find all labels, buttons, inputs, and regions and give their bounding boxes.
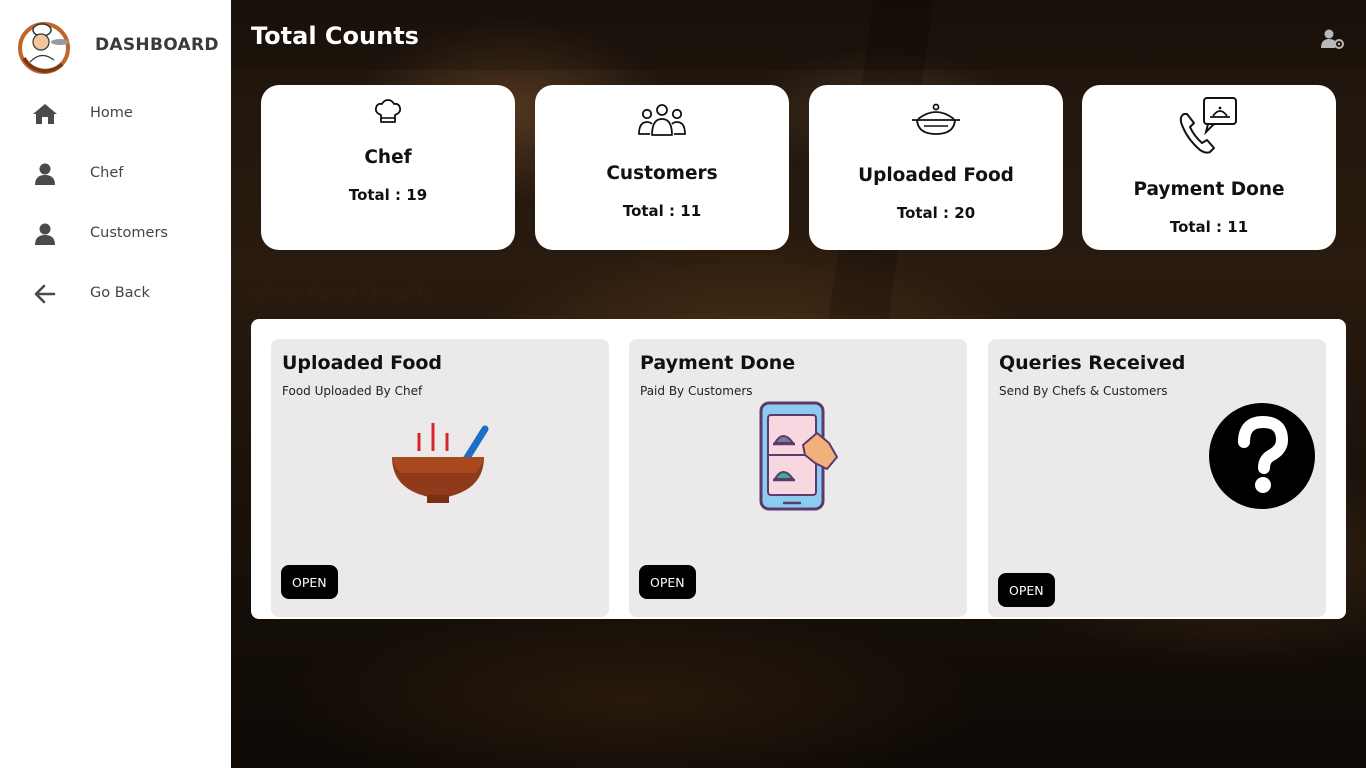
arrow-left-icon bbox=[34, 284, 56, 304]
stat-total: Total : 11 bbox=[622, 202, 702, 220]
user-icon bbox=[35, 223, 55, 245]
home-icon bbox=[33, 104, 57, 124]
stat-total: Total : 19 bbox=[348, 186, 428, 204]
detail-card-uploaded-food: Uploaded Food Food Uploaded By Chef OPEN bbox=[271, 339, 609, 617]
detail-card-payment-done: Payment Done Paid By Customers OPEN bbox=[629, 339, 967, 617]
open-button[interactable]: OPEN bbox=[639, 565, 696, 599]
sidebar-item-go-back[interactable]: Go Back bbox=[0, 274, 231, 314]
question-icon bbox=[1209, 403, 1315, 509]
detail-card-subtitle: Food Uploaded By Chef bbox=[282, 384, 423, 398]
stat-total: Total : 11 bbox=[1169, 218, 1249, 236]
brand-title: DASHBOARD bbox=[95, 35, 219, 55]
food-details-panel: Uploaded Food Food Uploaded By Chef OPEN… bbox=[251, 319, 1346, 619]
stat-card-payment-done[interactable]: Payment Done Total : 11 bbox=[1082, 85, 1336, 250]
sidebar: DASHBOARD Home Chef Customers Go Back bbox=[0, 0, 231, 768]
stat-title: Payment Done bbox=[1133, 179, 1285, 200]
chef-logo-icon bbox=[18, 22, 70, 74]
user-icon bbox=[35, 163, 55, 185]
detail-card-title: Queries Received bbox=[999, 352, 1186, 374]
stat-title: Chef bbox=[364, 147, 412, 168]
stat-title: Customers bbox=[606, 163, 718, 184]
detail-card-title: Uploaded Food bbox=[282, 352, 443, 374]
open-button[interactable]: OPEN bbox=[998, 573, 1055, 607]
phone-order-icon bbox=[1179, 97, 1237, 154]
open-button[interactable]: OPEN bbox=[281, 565, 338, 599]
sidebar-item-label: Go Back bbox=[90, 285, 150, 301]
sidebar-item-label: Chef bbox=[90, 165, 124, 181]
stat-card-chef[interactable]: Chef Total : 19 bbox=[261, 85, 515, 250]
detail-card-subtitle: Paid By Customers bbox=[640, 384, 753, 398]
cooking-pot-icon bbox=[912, 103, 960, 135]
sidebar-item-label: Customers bbox=[90, 225, 168, 241]
sidebar-item-home[interactable]: Home bbox=[0, 94, 231, 134]
section-title: View Food Details bbox=[252, 283, 434, 304]
user-settings-icon[interactable] bbox=[1320, 28, 1344, 50]
chef-hat-icon bbox=[374, 99, 402, 123]
brand: DASHBOARD bbox=[16, 18, 231, 74]
page-title: Total Counts bbox=[251, 22, 419, 50]
main-content: Total Counts Chef Total : 19 Customers T… bbox=[231, 0, 1366, 768]
detail-card-title: Payment Done bbox=[640, 352, 796, 374]
sidebar-item-customers[interactable]: Customers bbox=[0, 214, 231, 254]
soup-bowl-icon bbox=[392, 423, 489, 503]
stat-card-customers[interactable]: Customers Total : 11 bbox=[535, 85, 789, 250]
group-icon bbox=[638, 104, 686, 136]
detail-card-queries-received: Queries Received Send By Chefs & Custome… bbox=[988, 339, 1326, 617]
detail-card-subtitle: Send By Chefs & Customers bbox=[999, 384, 1168, 398]
sidebar-item-chef[interactable]: Chef bbox=[0, 154, 231, 194]
mobile-order-icon bbox=[759, 401, 838, 511]
stat-total: Total : 20 bbox=[896, 204, 976, 222]
stat-title: Uploaded Food bbox=[858, 165, 1014, 186]
stat-card-uploaded-food[interactable]: Uploaded Food Total : 20 bbox=[809, 85, 1063, 250]
sidebar-item-label: Home bbox=[90, 105, 133, 121]
